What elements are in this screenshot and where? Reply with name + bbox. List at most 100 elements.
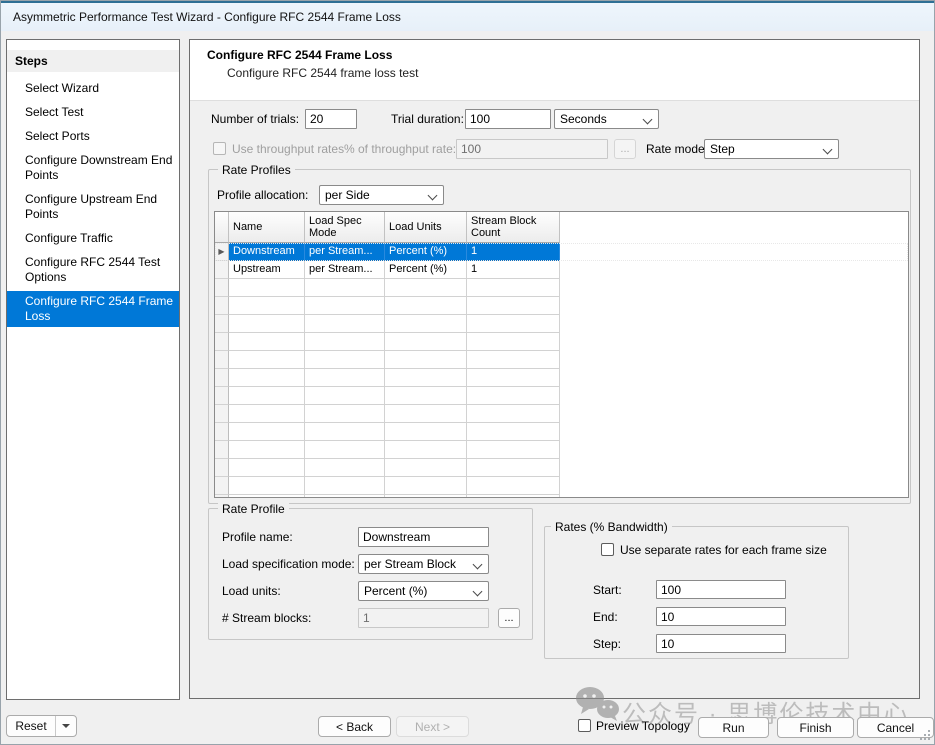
grid-cell[interactable] (305, 477, 385, 495)
grid-cell[interactable] (229, 387, 305, 405)
sidebar-step-item[interactable]: Configure RFC 2544 Test Options (7, 252, 179, 288)
finish-button[interactable]: Finish (777, 717, 854, 738)
trial-duration-input[interactable] (465, 109, 551, 129)
cancel-button[interactable]: Cancel (857, 717, 934, 738)
grid-cell[interactable] (385, 423, 467, 441)
sidebar-step-item[interactable]: Select Wizard (7, 78, 179, 99)
grid-row-selector[interactable] (215, 279, 229, 297)
grid-cell[interactable] (385, 369, 467, 387)
grid-cell[interactable] (385, 477, 467, 495)
grid-cell[interactable] (229, 405, 305, 423)
grid-cell[interactable] (229, 333, 305, 351)
rates-step-input[interactable] (656, 634, 786, 653)
grid-column-header[interactable]: Name (229, 212, 305, 243)
grid-row[interactable] (215, 351, 908, 369)
back-button[interactable]: < Back (318, 716, 391, 737)
rates-start-input[interactable] (656, 580, 786, 599)
grid-cell[interactable]: per Stream... (305, 243, 385, 261)
load-units-select[interactable]: Percent (%) (358, 581, 489, 601)
grid-row-selector[interactable] (215, 261, 229, 279)
grid-cell[interactable] (305, 333, 385, 351)
grid-row-selector[interactable] (215, 477, 229, 495)
grid-cell[interactable] (467, 369, 560, 387)
grid-cell[interactable] (305, 279, 385, 297)
grid-cell[interactable] (305, 387, 385, 405)
grid-cell[interactable] (305, 459, 385, 477)
grid-row[interactable] (215, 315, 908, 333)
grid-row[interactable] (215, 279, 908, 297)
sidebar-step-item[interactable]: Select Test (7, 102, 179, 123)
grid-cell[interactable] (305, 441, 385, 459)
grid-cell[interactable] (385, 315, 467, 333)
grid-cell[interactable]: per Stream... (305, 261, 385, 279)
grid-row[interactable] (215, 459, 908, 477)
grid-row[interactable] (215, 369, 908, 387)
grid-row-selector[interactable] (215, 441, 229, 459)
grid-cell[interactable] (385, 441, 467, 459)
grid-cell[interactable] (229, 279, 305, 297)
grid-cell[interactable] (305, 495, 385, 498)
grid-cell[interactable] (467, 351, 560, 369)
grid-row-selector[interactable] (215, 405, 229, 423)
grid-column-header[interactable]: Load Spec Mode (305, 212, 385, 243)
grid-cell[interactable] (229, 477, 305, 495)
grid-row-selector[interactable] (215, 333, 229, 351)
load-spec-mode-select[interactable]: per Stream Block (358, 554, 489, 574)
grid-row-selector[interactable] (215, 459, 229, 477)
grid-row[interactable] (215, 423, 908, 441)
rate-profiles-grid[interactable]: NameLoad Spec ModeLoad UnitsStream Block… (214, 211, 909, 498)
preview-topology-checkbox[interactable] (578, 719, 591, 732)
reset-dropdown-button[interactable] (55, 716, 76, 736)
rates-end-input[interactable] (656, 607, 786, 626)
trial-duration-unit-select[interactable]: Seconds (554, 109, 659, 129)
grid-cell[interactable] (467, 495, 560, 498)
title-bar[interactable]: Asymmetric Performance Test Wizard - Con… (1, 1, 934, 31)
grid-cell[interactable] (467, 423, 560, 441)
rate-mode-select[interactable]: Step (704, 139, 839, 159)
grid-cell[interactable] (305, 405, 385, 423)
grid-cell[interactable] (467, 441, 560, 459)
grid-cell[interactable]: 1 (467, 243, 560, 261)
grid-cell[interactable]: 1 (467, 261, 560, 279)
grid-row[interactable] (215, 333, 908, 351)
grid-row-selector[interactable] (215, 297, 229, 315)
grid-current-row-arrow-icon[interactable]: ▶ (215, 243, 229, 261)
grid-cell[interactable] (385, 405, 467, 423)
grid-cell[interactable]: Percent (%) (385, 243, 467, 261)
grid-cell[interactable] (385, 333, 467, 351)
grid-row-selector[interactable] (215, 387, 229, 405)
grid-row[interactable]: Upstreamper Stream...Percent (%)1 (215, 261, 908, 279)
grid-cell[interactable] (467, 297, 560, 315)
sidebar-step-item[interactable]: Select Ports (7, 126, 179, 147)
grid-row[interactable] (215, 441, 908, 459)
grid-cell[interactable] (467, 315, 560, 333)
grid-cell[interactable] (229, 423, 305, 441)
reset-button[interactable]: Reset (7, 716, 55, 736)
grid-cell[interactable] (229, 441, 305, 459)
grid-cell[interactable] (229, 297, 305, 315)
grid-cell[interactable] (467, 477, 560, 495)
grid-row-selector[interactable] (215, 495, 229, 498)
stream-blocks-browse-button[interactable]: ... (498, 608, 520, 628)
grid-cell[interactable] (229, 495, 305, 498)
grid-row[interactable] (215, 297, 908, 315)
grid-row-selector[interactable] (215, 315, 229, 333)
grid-row[interactable] (215, 477, 908, 495)
sidebar-step-item[interactable]: Configure Traffic (7, 228, 179, 249)
grid-cell[interactable] (305, 369, 385, 387)
grid-cell[interactable] (385, 297, 467, 315)
profile-allocation-select[interactable]: per Side (319, 185, 444, 205)
grid-cell[interactable] (385, 459, 467, 477)
grid-cell[interactable] (385, 387, 467, 405)
grid-cell[interactable] (305, 297, 385, 315)
resize-grip[interactable] (928, 738, 930, 740)
grid-column-header[interactable]: Load Units (385, 212, 467, 243)
sidebar-step-item[interactable]: Configure RFC 2544 Frame Loss (7, 291, 179, 327)
grid-cell[interactable] (467, 279, 560, 297)
sidebar-step-item[interactable]: Configure Upstream End Points (7, 189, 179, 225)
grid-column-header[interactable]: Stream Block Count (467, 212, 560, 243)
grid-cell[interactable]: Downstream (229, 243, 305, 261)
grid-cell[interactable] (229, 459, 305, 477)
grid-row[interactable]: ▶Downstreamper Stream...Percent (%)1 (215, 243, 908, 261)
grid-cell[interactable] (467, 405, 560, 423)
